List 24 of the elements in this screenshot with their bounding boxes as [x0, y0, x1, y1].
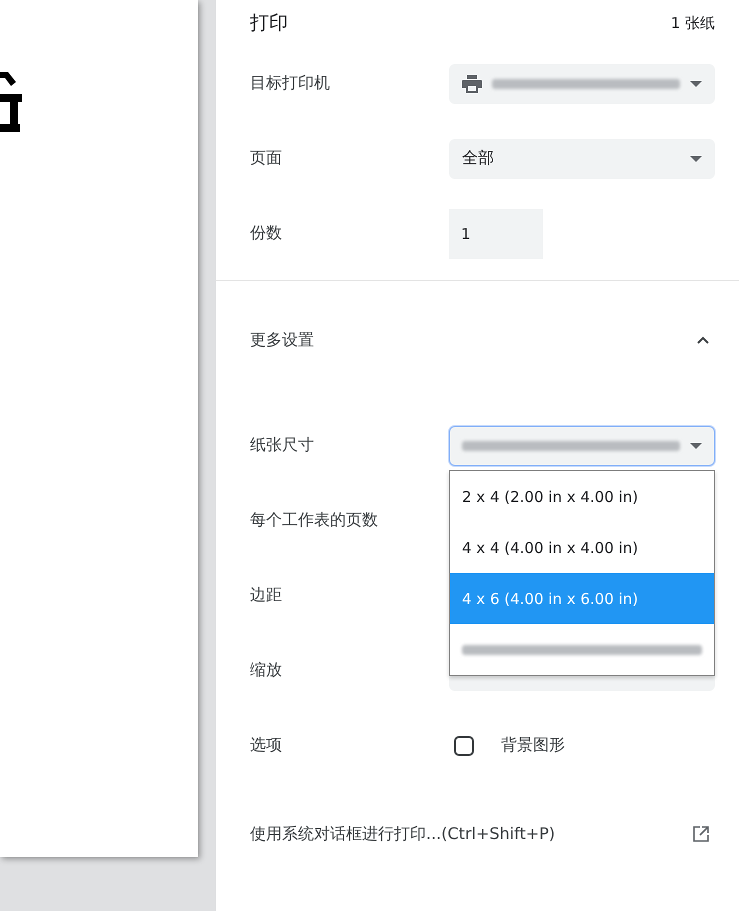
checkbox[interactable] [454, 736, 474, 756]
setting-label: 缩放 [250, 660, 283, 681]
setting-label: 页面 [250, 148, 283, 169]
setting-label: 目标打印机 [250, 73, 331, 94]
dropdown-arrow-icon [690, 156, 702, 162]
setting-label: 选项 [250, 735, 283, 756]
menu-option[interactable]: 2 x 4 (2.00 in x 4.00 in) [450, 471, 714, 522]
menu-option[interactable]: 4 x 4 (4.00 in x 4.00 in) [450, 522, 714, 573]
setting-label: 每个工作表的页数 [250, 510, 379, 531]
printer-icon [462, 74, 482, 92]
dropdown-arrow-icon [690, 80, 702, 86]
copies-field[interactable]: 1 [449, 208, 543, 258]
printer-select[interactable] [449, 64, 715, 104]
more-settings-toggle[interactable]: 更多设置 [216, 281, 739, 400]
system-dialog-link[interactable]: 使用系统对话框进行打印...(Ctrl+Shift+P) [250, 824, 556, 844]
sheet-count: 1 张纸 [670, 14, 715, 32]
dropdown-select[interactable]: 全部 [449, 138, 715, 178]
external-link-icon[interactable] [693, 826, 709, 842]
setting-label: 份数 [250, 223, 283, 244]
dialog-title: 打印 [250, 11, 288, 36]
setting-label: 纸张尺寸 [250, 435, 315, 456]
checkbox-label: 背景图形 [501, 735, 565, 756]
setting-label: 边距 [250, 585, 283, 606]
dropdown-arrow-icon [690, 442, 702, 448]
